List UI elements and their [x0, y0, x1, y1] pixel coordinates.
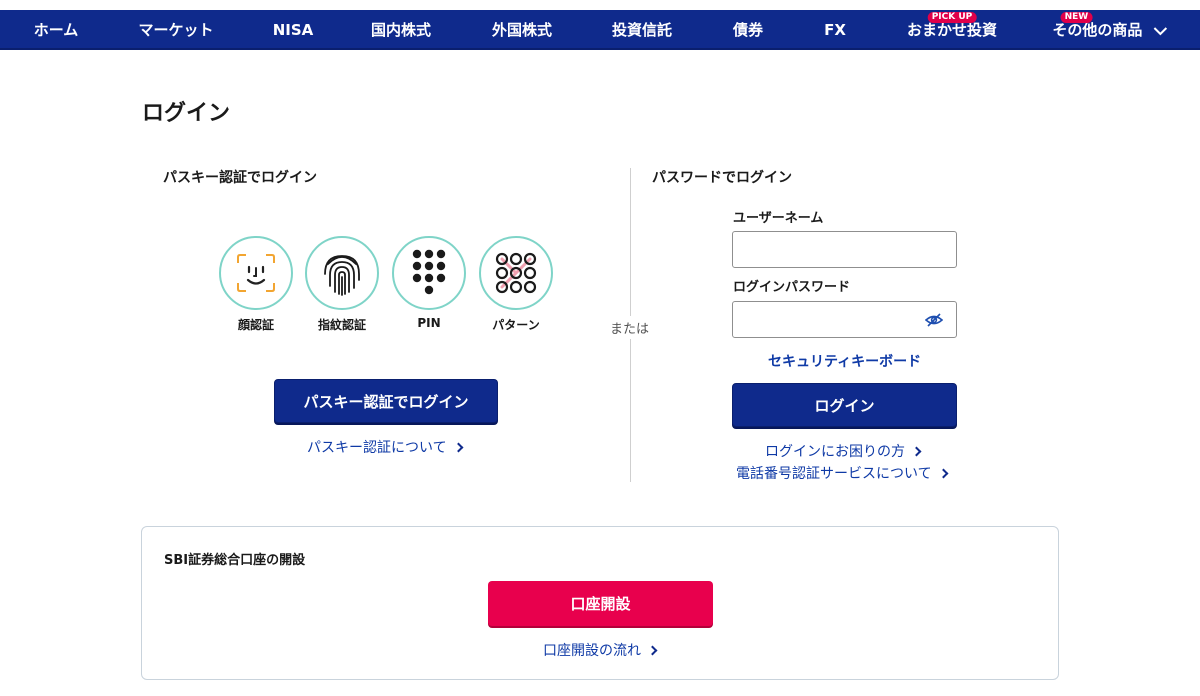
pattern-auth-option[interactable]: パターン — [478, 236, 554, 333]
fingerprint-icon — [305, 236, 379, 310]
open-account-button[interactable]: 口座開設 — [488, 581, 713, 626]
page-title: ログイン — [142, 101, 231, 126]
login-help-link[interactable]: ログインにお困りの方 — [765, 441, 922, 461]
face-id-icon — [219, 236, 293, 310]
account-open-heading: SBI証券総合口座の開設 — [164, 553, 306, 568]
chevron-right-icon — [647, 645, 658, 656]
username-input[interactable] — [732, 231, 957, 268]
nav-item-nisa[interactable]: NISA — [273, 10, 314, 50]
pin-auth-label: PIN — [417, 316, 441, 330]
pin-keypad-icon — [392, 236, 466, 310]
nav-item-fx[interactable]: FX — [824, 10, 846, 50]
or-text: または — [610, 316, 650, 339]
pattern-auth-label: パターン — [492, 318, 540, 332]
phone-auth-link[interactable]: 電話番号認証サービスについて — [736, 463, 949, 483]
password-label: ログインパスワード — [733, 280, 851, 295]
new-badge: NEW — [1060, 12, 1093, 23]
fingerprint-auth-option[interactable]: 指紋認証 — [304, 236, 380, 333]
chevron-right-icon — [938, 468, 949, 479]
chevron-down-icon — [1153, 26, 1168, 35]
pattern-lock-icon — [479, 236, 553, 310]
nav-item-other-products[interactable]: NEW その他の商品 — [1052, 10, 1168, 50]
global-nav: ホーム マーケット NISA 国内株式 外国株式 投資信託 債券 FX PICK… — [0, 10, 1200, 50]
login-button[interactable]: ログイン — [732, 383, 957, 427]
password-visibility-toggle[interactable] — [924, 310, 944, 330]
passkey-about-link[interactable]: パスキー認証について — [307, 437, 464, 457]
account-open-card: SBI証券総合口座の開設 口座開設 口座開設の流れ — [141, 526, 1059, 680]
face-auth-label: 顔認証 — [237, 318, 274, 332]
username-label: ユーザーネーム — [733, 211, 824, 226]
fingerprint-auth-label: 指紋認証 — [317, 318, 366, 332]
pickup-badge: PICK UP — [927, 12, 977, 23]
password-login-heading: パスワードでログイン — [652, 170, 792, 186]
nav-item-investment-trusts[interactable]: 投資信託 — [612, 10, 672, 50]
top-strip — [0, 0, 1200, 10]
nav-item-market[interactable]: マーケット — [138, 10, 213, 50]
nav-item-robo-advisor[interactable]: PICK UP おまかせ投資 — [907, 10, 997, 50]
eye-off-icon — [925, 313, 943, 327]
face-auth-option[interactable]: 顔認証 — [218, 236, 294, 333]
security-keyboard-link[interactable]: セキュリティキーボード — [768, 351, 921, 371]
nav-item-foreign-stocks[interactable]: 外国株式 — [492, 10, 552, 50]
chevron-right-icon — [911, 446, 922, 457]
account-open-flow-link[interactable]: 口座開設の流れ — [543, 640, 658, 660]
pin-auth-option[interactable]: PIN — [391, 236, 467, 330]
nav-item-home[interactable]: ホーム — [34, 10, 79, 50]
passkey-heading: パスキー認証でログイン — [163, 170, 317, 186]
nav-item-domestic-stocks[interactable]: 国内株式 — [371, 10, 431, 50]
chevron-right-icon — [453, 442, 464, 453]
passkey-login-button[interactable]: パスキー認証でログイン — [274, 379, 498, 423]
nav-item-bonds[interactable]: 債券 — [733, 10, 763, 50]
